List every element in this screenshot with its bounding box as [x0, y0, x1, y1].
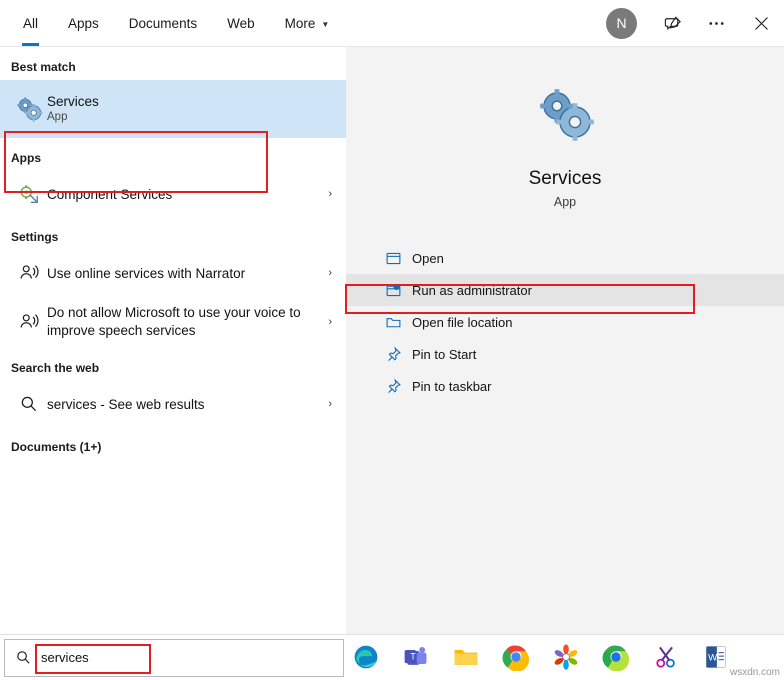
result-title: services - See web results — [47, 396, 205, 412]
result-best-match-text: Services App — [47, 93, 99, 125]
pin-icon — [378, 345, 408, 363]
result-subtitle: App — [47, 111, 68, 123]
services-gears-icon — [533, 82, 597, 146]
close-icon[interactable] — [738, 0, 784, 46]
tab-documents[interactable]: Documents — [114, 0, 212, 46]
action-pin-to-start[interactable]: Pin to Start — [346, 338, 784, 370]
watermark: wsxdn.com — [729, 667, 780, 678]
section-search-the-web: Search the web — [11, 361, 100, 375]
action-label: Pin to Start — [412, 346, 477, 362]
chrome-icon[interactable] — [502, 643, 532, 673]
result-title: Use online services with Narrator — [47, 265, 246, 281]
taskbar-pinned-apps: T W — [352, 643, 732, 673]
result-title: Do not allow Microsoft to use your voice… — [47, 305, 301, 338]
result-component-services[interactable]: Component Services › — [0, 171, 346, 217]
result-title: Component Services — [47, 186, 173, 202]
preview-actions: Open Run as administrator Open file loca… — [346, 242, 784, 402]
services-gears-icon — [11, 94, 47, 124]
ellipsis-icon[interactable] — [694, 0, 738, 46]
action-label: Open file location — [412, 314, 513, 330]
feedback-icon[interactable] — [650, 0, 694, 46]
tab-more-label: More — [284, 15, 316, 31]
edge-icon[interactable] — [352, 643, 382, 673]
tab-web[interactable]: Web — [212, 0, 270, 46]
search-flyout: All Apps Documents Web More ▼ N Best mat… — [0, 0, 784, 680]
word-icon[interactable]: W — [702, 643, 732, 673]
result-web-services-text: services - See web results — [47, 396, 205, 413]
result-title: Services — [47, 94, 99, 109]
chrome-canary-icon[interactable] — [602, 643, 632, 673]
component-services-icon — [11, 183, 47, 205]
top-nav-bar: All Apps Documents Web More ▼ N — [0, 0, 784, 47]
section-settings: Settings — [11, 230, 59, 244]
result-setting-narrator-text: Use online services with Narrator — [47, 265, 245, 282]
action-run-as-administrator[interactable]: Run as administrator — [346, 274, 784, 306]
action-open-file-location[interactable]: Open file location — [346, 306, 784, 338]
preview-app-header: Services App — [346, 47, 784, 209]
result-best-match-services[interactable]: Services App — [0, 80, 346, 138]
tab-all[interactable]: All — [8, 0, 53, 46]
search-input[interactable] — [41, 650, 281, 665]
search-icon — [11, 394, 47, 414]
top-nav-right-controls: N — [606, 0, 784, 46]
section-apps: Apps — [11, 151, 41, 165]
chevron-right-icon[interactable]: › — [328, 188, 332, 200]
result-setting-voice-text: Do not allow Microsoft to use your voice… — [47, 304, 307, 340]
search-filter-tabs: All Apps Documents Web More ▼ — [0, 0, 344, 46]
avatar-initial: N — [616, 15, 627, 31]
section-documents: Documents (1+) — [11, 440, 102, 454]
file-explorer-icon[interactable] — [452, 643, 482, 673]
photos-icon[interactable] — [552, 643, 582, 673]
teams-icon[interactable]: T — [402, 643, 432, 673]
pin-icon — [378, 377, 408, 395]
tab-more[interactable]: More ▼ — [270, 0, 345, 46]
shield-window-icon — [378, 282, 408, 299]
settings-person-icon — [11, 262, 47, 284]
preview-title: Services — [528, 168, 602, 189]
result-web-services[interactable]: services - See web results › — [0, 381, 346, 427]
tab-documents-label: Documents — [128, 15, 198, 31]
section-best-match: Best match — [11, 60, 76, 74]
svg-text:T: T — [410, 651, 416, 661]
preview-subtitle: App — [553, 195, 577, 209]
action-pin-to-taskbar[interactable]: Pin to taskbar — [346, 370, 784, 402]
taskbar: T — [0, 634, 784, 680]
action-label: Open — [412, 250, 444, 266]
avatar[interactable]: N — [606, 7, 637, 39]
preview-pane: Services App Open Run as administrator O… — [345, 47, 784, 634]
action-label: Run as administrator — [412, 282, 532, 298]
result-component-services-text: Component Services — [47, 186, 172, 203]
taskbar-search-box[interactable] — [4, 638, 344, 677]
tab-apps[interactable]: Apps — [53, 0, 114, 46]
open-window-icon — [378, 250, 408, 267]
chevron-right-icon[interactable]: › — [328, 398, 332, 410]
search-icon — [5, 649, 41, 666]
snipping-tool-icon[interactable] — [652, 643, 682, 673]
tab-apps-label: Apps — [68, 15, 99, 31]
tab-web-label: Web — [227, 15, 255, 31]
chevron-right-icon[interactable]: › — [328, 267, 332, 279]
results-list: Best match Services App Apps Component S… — [0, 47, 346, 634]
tab-all-label: All — [23, 15, 39, 31]
svg-text:W: W — [708, 652, 718, 663]
action-open[interactable]: Open — [346, 242, 784, 274]
chevron-down-icon: ▼ — [321, 19, 330, 29]
settings-person-icon — [11, 311, 47, 333]
chevron-right-icon[interactable]: › — [328, 316, 332, 328]
folder-icon — [378, 314, 408, 331]
result-setting-narrator[interactable]: Use online services with Narrator › — [0, 250, 346, 296]
result-setting-voice[interactable]: Do not allow Microsoft to use your voice… — [0, 296, 346, 348]
action-label: Pin to taskbar — [412, 378, 492, 394]
